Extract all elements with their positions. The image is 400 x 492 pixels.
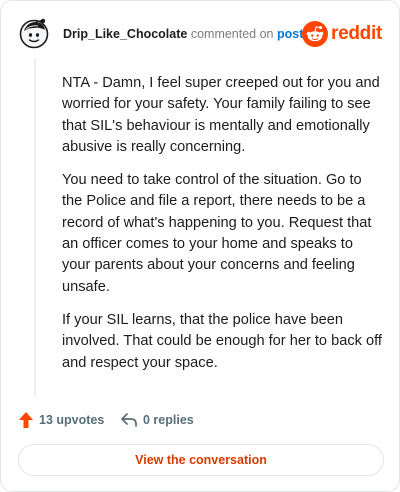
comment-paragraph: You need to take control of the situatio… (62, 172, 372, 295)
replies-button[interactable]: 0 replies (120, 409, 194, 431)
thread-line (34, 58, 36, 396)
upvotes-count: 13 upvotes (39, 413, 105, 427)
reddit-wordmark: reddit (331, 23, 382, 44)
upvote-button[interactable]: 13 upvotes (18, 409, 104, 431)
comment-embed-card: Drip_Like_Chocolate commented on post re… (0, 0, 400, 492)
reply-arrow-icon (121, 413, 137, 427)
comment-header: Drip_Like_Chocolate commented on post re… (18, 17, 383, 51)
post-link[interactable]: post (277, 27, 303, 41)
snoo-avatar-icon[interactable] (18, 17, 50, 49)
action-text: commented on (190, 27, 274, 41)
comment-body: NTA - Damn, I feel super creeped out for… (62, 73, 382, 386)
replies-count: 0 replies (143, 413, 194, 427)
comment-paragraph: NTA - Damn, I feel super creeped out for… (62, 75, 380, 155)
username-link[interactable]: Drip_Like_Chocolate (63, 27, 187, 41)
view-conversation-button[interactable]: View the conversation (18, 444, 384, 476)
reddit-logo[interactable]: reddit (302, 21, 382, 47)
reddit-snoo-icon (302, 21, 329, 47)
comment-actions: 13 upvotes 0 replies (18, 409, 378, 431)
upvote-arrow-icon (19, 412, 33, 428)
comment-paragraph: If your SIL learns, that the police have… (62, 311, 382, 371)
comment-byline: Drip_Like_Chocolate commented on post (63, 26, 303, 42)
